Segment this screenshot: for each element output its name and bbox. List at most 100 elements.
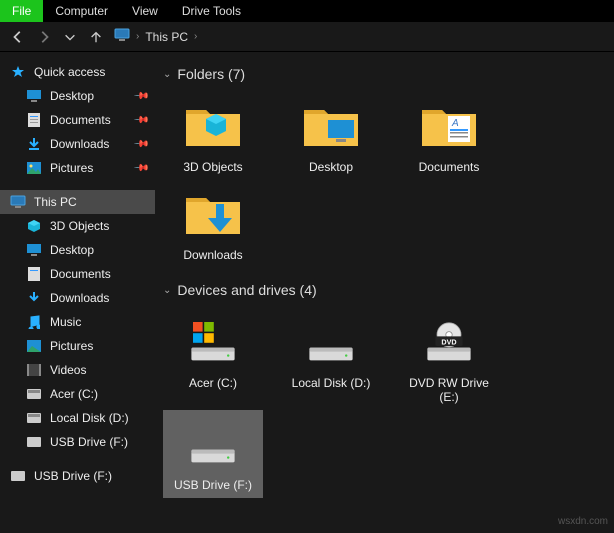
- tile-label: Local Disk (D:): [292, 376, 371, 390]
- sidebar-label: Downloads: [50, 137, 109, 151]
- desktop-icon: [26, 242, 42, 258]
- back-button[interactable]: [6, 25, 30, 49]
- pin-icon: 📌: [132, 88, 149, 105]
- sidebar-tp-local[interactable]: Local Disk (D:): [0, 406, 155, 430]
- navbar: › This PC ›: [0, 22, 614, 52]
- sidebar-tp-acer[interactable]: Acer (C:): [0, 382, 155, 406]
- sidebar-tp-pictures[interactable]: Pictures: [0, 334, 155, 358]
- star-icon: [10, 64, 26, 80]
- sidebar-tp-music[interactable]: Music: [0, 310, 155, 334]
- drive-icon: [26, 410, 42, 426]
- sidebar-label: 3D Objects: [50, 219, 109, 233]
- chevron-down-icon: ⌄: [163, 69, 171, 80]
- tile-label: Desktop: [309, 160, 353, 174]
- sidebar-tp-videos[interactable]: Videos: [0, 358, 155, 382]
- sidebar-desktop[interactable]: Desktop 📌: [0, 84, 155, 108]
- folders-grid: 3D Objects Desktop A Documents Downloads: [163, 92, 606, 268]
- music-icon: [26, 314, 42, 330]
- sidebar-label: Downloads: [50, 291, 109, 305]
- pictures-icon: [26, 160, 42, 176]
- sidebar-label: Music: [50, 315, 81, 329]
- usb-drive-icon: [181, 416, 245, 472]
- pin-icon: 📌: [132, 136, 149, 153]
- this-pc-icon: [114, 28, 130, 45]
- menu-view[interactable]: View: [120, 0, 170, 22]
- chevron-down-icon: [63, 30, 77, 44]
- svg-text:DVD: DVD: [441, 337, 456, 346]
- sidebar-label: Quick access: [34, 65, 105, 79]
- tile-label: DVD RW Drive (E:): [401, 376, 497, 404]
- chevron-down-icon: ⌄: [163, 285, 171, 296]
- svg-text:A: A: [451, 118, 459, 129]
- recent-dropdown[interactable]: [58, 25, 82, 49]
- sidebar-tp-desktop[interactable]: Desktop: [0, 238, 155, 262]
- arrow-up-icon: [89, 30, 103, 44]
- sidebar-label: Pictures: [50, 161, 93, 175]
- pin-icon: 📌: [132, 160, 149, 177]
- cube-icon: [26, 218, 42, 234]
- usb-drive-icon: [10, 468, 26, 484]
- sidebar-tp-downloads[interactable]: Downloads: [0, 286, 155, 310]
- documents-icon: [26, 112, 42, 128]
- sidebar-this-pc[interactable]: This PC: [0, 190, 155, 214]
- sidebar-label: Local Disk (D:): [50, 411, 129, 425]
- drive-icon: [26, 386, 42, 402]
- drive-icon: [181, 314, 245, 370]
- tile-label: Documents: [419, 160, 480, 174]
- menu-file[interactable]: File: [0, 0, 43, 22]
- tile-label: 3D Objects: [183, 160, 242, 174]
- drive-dvd-e[interactable]: DVD DVD RW Drive (E:): [399, 308, 499, 410]
- dvd-drive-icon: DVD: [417, 314, 481, 370]
- arrow-right-icon: [37, 30, 51, 44]
- arrow-left-icon: [11, 30, 25, 44]
- drive-usb-f[interactable]: USB Drive (F:): [163, 410, 263, 498]
- menubar: File Computer View Drive Tools: [0, 0, 614, 22]
- pin-icon: 📌: [132, 112, 149, 129]
- drive-local-d[interactable]: Local Disk (D:): [281, 308, 381, 410]
- folder-downloads[interactable]: Downloads: [163, 180, 263, 268]
- downloads-icon: [26, 290, 42, 306]
- sidebar: Quick access Desktop 📌 Documents 📌 Downl…: [0, 52, 155, 533]
- breadcrumb[interactable]: › This PC ›: [114, 28, 197, 45]
- forward-button[interactable]: [32, 25, 56, 49]
- sidebar-label: Desktop: [50, 243, 94, 257]
- folder-documents[interactable]: A Documents: [399, 92, 499, 180]
- content-area: ⌄ Folders (7) 3D Objects Desktop A Doc: [155, 52, 614, 533]
- tile-label: USB Drive (F:): [174, 478, 252, 492]
- videos-icon: [26, 362, 42, 378]
- drive-icon: [299, 314, 363, 370]
- breadcrumb-sep-icon: ›: [136, 31, 139, 42]
- sidebar-tp-usb[interactable]: USB Drive (F:): [0, 430, 155, 454]
- drives-grid: Acer (C:) Local Disk (D:) DVD DVD RW Dri…: [163, 308, 606, 498]
- sidebar-label: Acer (C:): [50, 387, 98, 401]
- drive-acer-c[interactable]: Acer (C:): [163, 308, 263, 410]
- sidebar-tp-documents[interactable]: Documents: [0, 262, 155, 286]
- sidebar-label: Videos: [50, 363, 86, 377]
- folder-3d-objects[interactable]: 3D Objects: [163, 92, 263, 180]
- sidebar-usb-root[interactable]: USB Drive (F:): [0, 464, 155, 488]
- downloads-icon: [26, 136, 42, 152]
- this-pc-icon: [10, 194, 26, 210]
- group-folders-header[interactable]: ⌄ Folders (7): [163, 66, 606, 82]
- sidebar-3d-objects[interactable]: 3D Objects: [0, 214, 155, 238]
- sidebar-label: Desktop: [50, 89, 94, 103]
- sidebar-documents[interactable]: Documents 📌: [0, 108, 155, 132]
- desktop-icon: [26, 88, 42, 104]
- sidebar-downloads[interactable]: Downloads 📌: [0, 132, 155, 156]
- folder-icon: A: [417, 98, 481, 154]
- sidebar-pictures[interactable]: Pictures 📌: [0, 156, 155, 180]
- up-button[interactable]: [84, 25, 108, 49]
- pictures-icon: [26, 338, 42, 354]
- sidebar-label: USB Drive (F:): [50, 435, 128, 449]
- tile-label: Downloads: [183, 248, 242, 262]
- usb-drive-icon: [26, 434, 42, 450]
- sidebar-quick-access[interactable]: Quick access: [0, 60, 155, 84]
- sidebar-label: This PC: [34, 195, 77, 209]
- group-drives-header[interactable]: ⌄ Devices and drives (4): [163, 282, 606, 298]
- folder-desktop[interactable]: Desktop: [281, 92, 381, 180]
- menu-drive-tools[interactable]: Drive Tools: [170, 0, 253, 22]
- group-label: Devices and drives (4): [177, 282, 316, 298]
- breadcrumb-location[interactable]: This PC: [145, 30, 188, 44]
- menu-computer[interactable]: Computer: [43, 0, 120, 22]
- sidebar-label: USB Drive (F:): [34, 469, 112, 483]
